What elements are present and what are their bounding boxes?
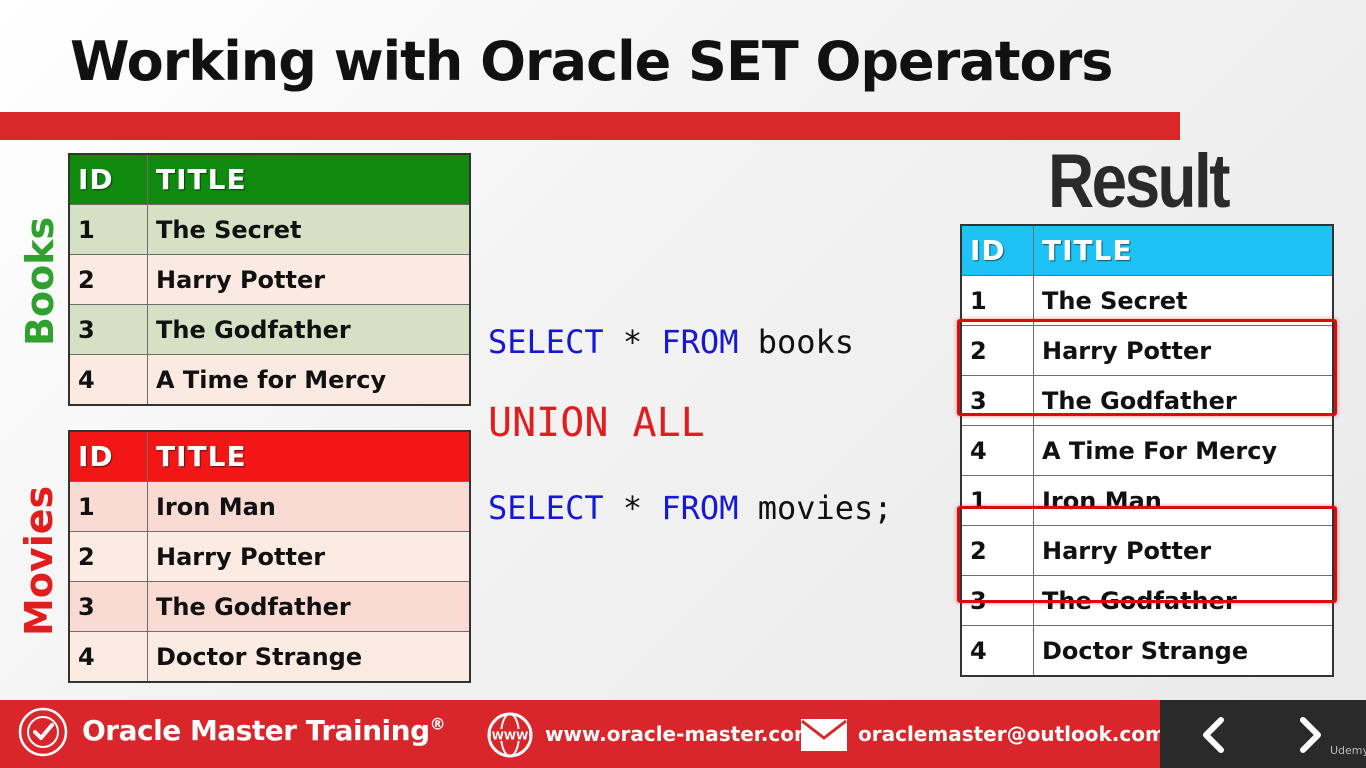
cell-id: 3: [68, 304, 148, 355]
cell-id: 4: [68, 354, 148, 406]
sql-union-all: UNION ALL: [488, 400, 705, 446]
table-row: 4 Doctor Strange: [960, 625, 1334, 677]
cell-title: The Godfather: [147, 304, 471, 355]
table-header-row: ID TITLE: [68, 430, 471, 482]
duplicate-highlight-box: [957, 319, 1337, 416]
email-link[interactable]: oraclemaster@outlook.com: [858, 722, 1166, 746]
slide-navigation: Udemy: [1160, 700, 1366, 768]
table-row: 2 Harry Potter: [68, 254, 471, 305]
table-row: 4 A Time for Mercy: [68, 354, 471, 406]
sql-keyword-select: SELECT: [488, 323, 604, 361]
previous-slide-button[interactable]: [1188, 710, 1238, 760]
cell-title: Harry Potter: [147, 531, 471, 582]
sql-keyword-select: SELECT: [488, 489, 604, 527]
table-row: 1 The Secret: [960, 275, 1334, 326]
cell-title: Iron Man: [147, 481, 471, 532]
cell-title: The Secret: [147, 204, 471, 255]
column-header-id: ID: [68, 153, 148, 205]
result-heading: Result: [1048, 139, 1231, 224]
www-globe-icon: WWW: [487, 712, 533, 758]
cell-title: A Time for Mercy: [147, 354, 471, 406]
cell-title: Harry Potter: [147, 254, 471, 305]
udemy-watermark: Udemy: [1330, 744, 1366, 757]
books-table-label: Books: [18, 216, 62, 346]
table-row: 3 The Godfather: [68, 581, 471, 632]
sql-select-movies: SELECT * FROM movies;: [488, 489, 893, 527]
column-header-title: TITLE: [1033, 224, 1334, 276]
movies-table: ID TITLE 1 Iron Man 2 Harry Potter 3 The…: [68, 430, 471, 683]
cell-id: 4: [68, 631, 148, 683]
sql-keyword-from: FROM: [661, 323, 739, 361]
table-row: 4A Time For Mercy: [960, 425, 1334, 476]
column-header-title: TITLE: [147, 153, 471, 205]
chevron-left-icon: [1203, 717, 1224, 753]
cell-id: 2: [68, 531, 148, 582]
sql-table-name: books: [738, 323, 855, 361]
table-row: 4 Doctor Strange: [68, 631, 471, 683]
sql-star: *: [603, 489, 662, 527]
envelope-icon: [801, 719, 847, 751]
cell-id: 4: [960, 425, 1034, 476]
cell-id: 1: [68, 481, 148, 532]
sql-select-books: SELECT * FROM books: [488, 323, 854, 361]
cell-title: Doctor Strange: [1033, 625, 1334, 677]
cell-id: 1: [68, 204, 148, 255]
footer-bar: Oracle Master Training® WWW www.oracle-m…: [0, 700, 1366, 768]
table-header-row: ID TITLE: [68, 153, 471, 205]
books-table: ID TITLE 1 The Secret 2 Harry Potter 3 T…: [68, 153, 471, 406]
svg-text:WWW: WWW: [492, 730, 528, 743]
title-accent-bar: [0, 112, 1180, 140]
cell-title: A Time For Mercy: [1033, 425, 1334, 476]
sql-keyword-from: FROM: [661, 489, 739, 527]
result-table: ID TITLE 1 The Secret 2 Harry Potter 3 The …: [960, 224, 1334, 677]
cell-id: 2: [68, 254, 148, 305]
cell-id: 3: [68, 581, 148, 632]
cell-id: 1: [960, 275, 1034, 326]
column-header-id: ID: [68, 430, 148, 482]
movies-table-label: Movies: [17, 485, 61, 636]
chevron-right-icon: [1300, 717, 1321, 753]
brand-name: Oracle Master Training®: [82, 714, 446, 747]
slide-title: Working with Oracle SET Operators: [70, 30, 1113, 93]
sql-star: *: [603, 323, 662, 361]
cell-title: The Godfather: [147, 581, 471, 632]
brand-text: Oracle Master Training: [82, 714, 430, 747]
column-header-id: ID: [960, 224, 1034, 276]
website-link[interactable]: www.oracle-master.com: [545, 722, 815, 746]
table-row: 1 The Secret: [68, 204, 471, 255]
table-header-row: ID TITLE: [960, 224, 1334, 276]
column-header-title: TITLE: [147, 430, 471, 482]
sql-table-name: movies;: [738, 489, 893, 527]
cell-id: 4: [960, 625, 1034, 677]
cell-title: The Secret: [1033, 275, 1334, 326]
next-slide-button[interactable]: [1286, 710, 1336, 760]
table-row: 1 Iron Man: [68, 481, 471, 532]
certified-badge-icon: [18, 707, 68, 757]
cell-title: Doctor Strange: [147, 631, 471, 683]
table-row: 3 The Godfather: [68, 304, 471, 355]
duplicate-highlight-box: [957, 506, 1337, 603]
table-row: 2 Harry Potter: [68, 531, 471, 582]
registered-mark: ®: [429, 714, 446, 734]
